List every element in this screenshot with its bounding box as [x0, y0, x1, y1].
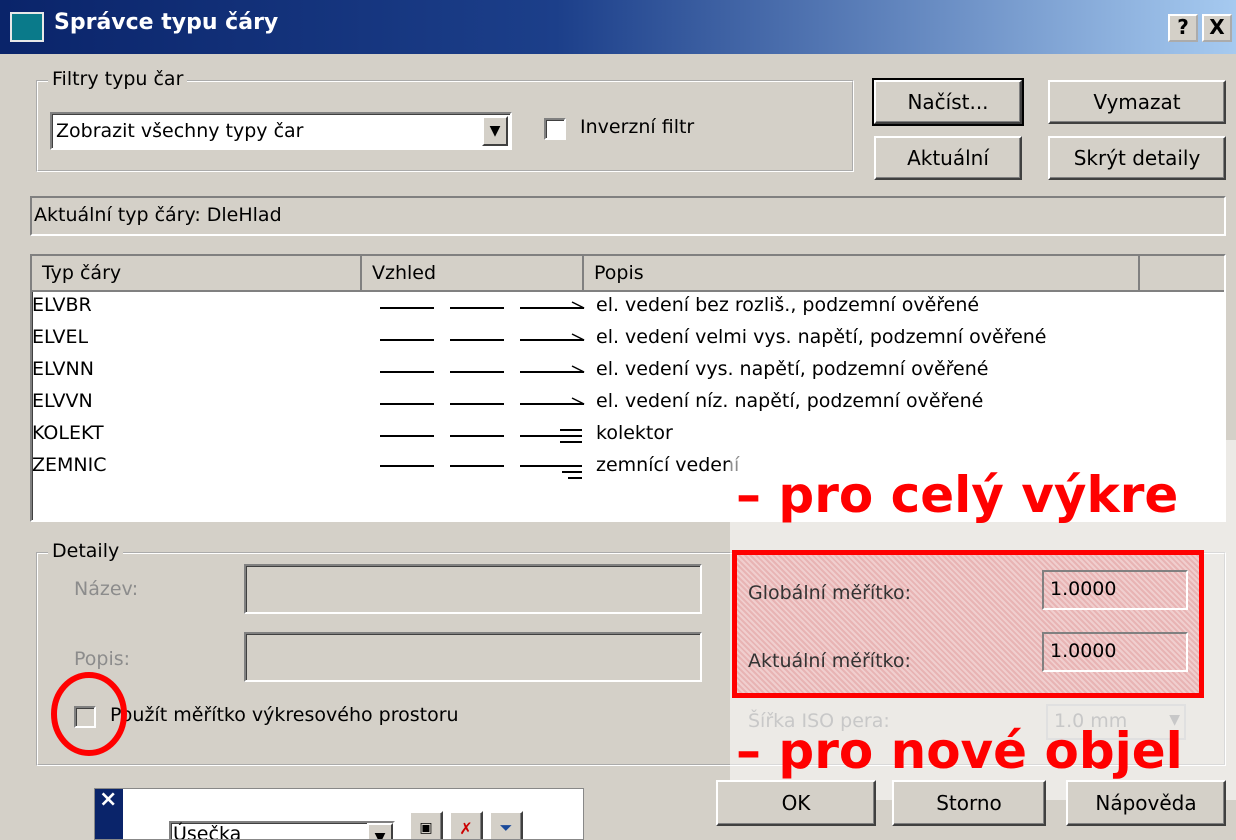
linetype-name: ZEMNIC [32, 454, 107, 476]
column-header-linetype[interactable]: Typ čáry [32, 256, 362, 292]
current-linetype-bar: Aktuální typ čáry: DleHlad [30, 196, 1226, 236]
table-row[interactable]: ELVBR el. vedení bez rozliš., podzemní o… [32, 292, 1224, 324]
linetype-name: ELVEL [32, 326, 89, 348]
highlight-circle [51, 672, 127, 756]
current-linetype-text: Aktuální typ čáry: DleHlad [34, 204, 282, 226]
column-header-description[interactable]: Popis [584, 256, 1140, 292]
linetype-manager-icon [10, 12, 44, 42]
close-title-button[interactable]: X [1202, 14, 1232, 42]
linetype-name: ELVBR [32, 294, 92, 316]
properties-toolbar: × Úsečka ▼ ▣ ✗ ⏷ [94, 788, 584, 840]
linetype-name: ELVVN [32, 390, 93, 412]
hide-details-button[interactable]: Skrýt detaily [1048, 136, 1226, 180]
linetype-description: zemnící vedení [596, 454, 740, 476]
linetype-filter-value: Zobrazit všechny typy čar [56, 120, 304, 142]
description-field[interactable] [244, 632, 702, 682]
help-button[interactable]: Nápověda [1066, 780, 1226, 826]
help-title-button[interactable]: ? [1168, 14, 1198, 42]
current-scale-input[interactable]: 1.0000 [1042, 632, 1188, 672]
linetype-description: kolektor [596, 422, 673, 444]
name-label: Název: [74, 578, 139, 600]
chevron-down-icon[interactable]: ▼ [482, 116, 508, 146]
invert-filter-checkbox[interactable] [544, 118, 566, 140]
column-header-appearance[interactable]: Vzhled [362, 256, 584, 292]
chevron-down-icon[interactable]: ▼ [367, 823, 393, 839]
linetype-preview-icon [380, 465, 582, 479]
global-scale-input[interactable]: 1.0000 [1042, 570, 1188, 610]
linetype-preview-icon [380, 333, 585, 341]
table-row[interactable]: ELVNN el. vedení vys. napětí, podzemní o… [32, 356, 1224, 388]
annotation-new-objects: – pro nové objel [736, 722, 1183, 780]
linetype-description: el. vedení vys. napětí, podzemní ověřené [596, 358, 989, 380]
linetype-name: KOLEKT [32, 422, 104, 444]
linetype-preview-icon [380, 301, 585, 309]
object-type-value: Úsečka [173, 823, 242, 840]
linetype-name: ELVNN [32, 358, 94, 380]
invert-filter-label: Inverzní filtr [580, 116, 695, 138]
current-scale-value: 1.0000 [1050, 640, 1117, 662]
global-scale-value: 1.0000 [1050, 578, 1117, 600]
annotation-whole-drawing: – pro celý výkre [736, 466, 1179, 524]
window-title: Správce typu čáry [54, 10, 279, 35]
current-scale-label: Aktuální měřítko: [748, 650, 911, 672]
global-scale-label: Globální měřítko: [748, 582, 912, 604]
details-group-label: Detaily [48, 540, 124, 562]
linetype-preview-icon [380, 429, 582, 443]
paper-space-scale-label: Použít měřítko výkresového prostoru [110, 704, 459, 726]
close-icon[interactable]: × [99, 789, 117, 812]
name-field[interactable] [244, 564, 702, 614]
quick-select-icon[interactable]: ⏷ [489, 811, 523, 839]
set-current-button[interactable]: Aktuální [874, 136, 1022, 180]
select-objects-icon[interactable]: ▣ [409, 811, 443, 839]
load-button[interactable]: Načíst... [872, 78, 1024, 126]
toolbar-grip: × [95, 789, 123, 839]
delete-button[interactable]: Vymazat [1048, 80, 1226, 124]
cancel-button[interactable]: Storno [892, 780, 1046, 826]
toggle-pickadd-icon[interactable]: ✗ [449, 811, 483, 839]
linetype-description: el. vedení bez rozliš., podzemní ověřené [596, 294, 980, 316]
object-type-dropdown[interactable]: Úsečka ▼ [169, 821, 395, 840]
linetype-description: el. vedení níz. napětí, podzemní ověřené [596, 390, 984, 412]
ok-button[interactable]: OK [716, 780, 876, 826]
table-row[interactable]: ELVEL el. vedení velmi vys. napětí, podz… [32, 324, 1224, 356]
column-header-filler [1140, 256, 1224, 292]
linetype-preview-icon [380, 397, 585, 405]
description-label: Popis: [74, 648, 131, 670]
linetype-filter-dropdown[interactable]: Zobrazit všechny typy čar ▼ [50, 112, 512, 150]
linetype-preview-icon [380, 365, 585, 373]
filters-group-label: Filtry typu čar [48, 68, 188, 90]
linetype-description: el. vedení velmi vys. napětí, podzemní o… [596, 326, 1047, 348]
table-row[interactable]: ELVVN el. vedení níz. napětí, podzemní o… [32, 388, 1224, 420]
